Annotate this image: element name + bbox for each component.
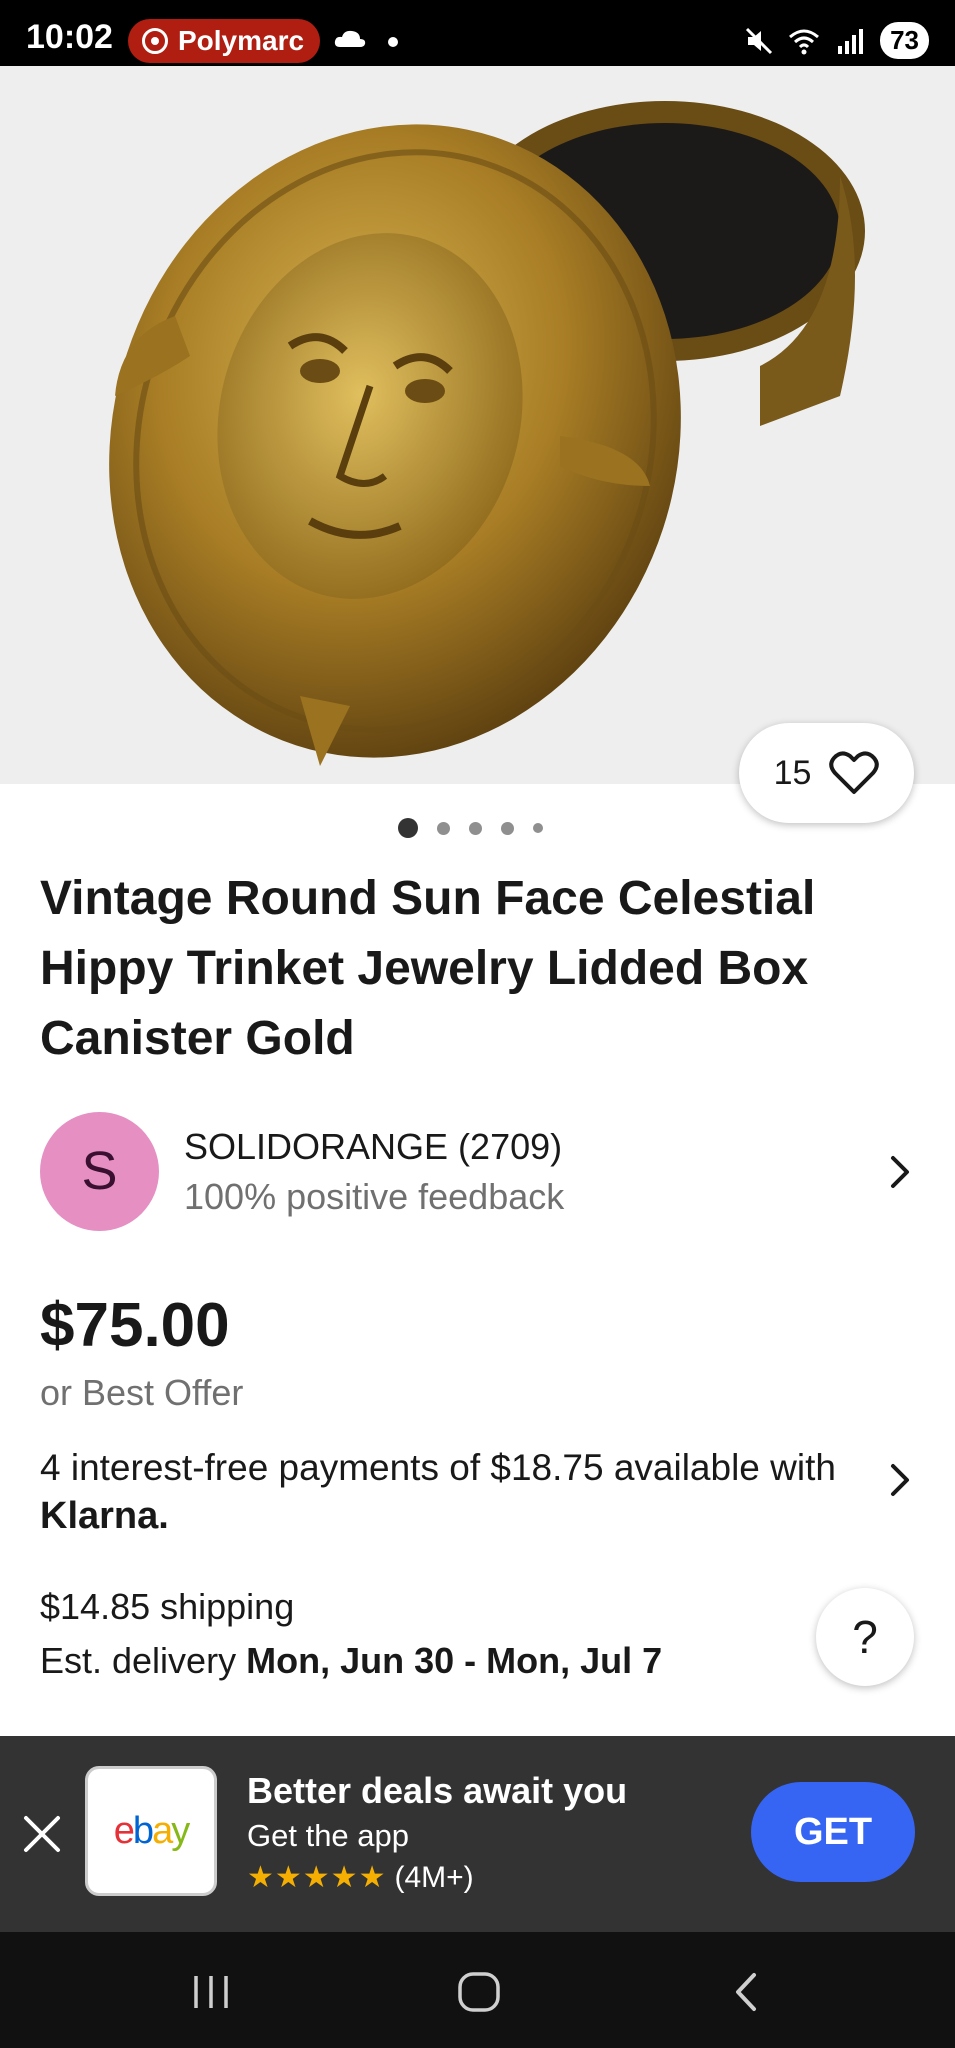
heart-icon bbox=[829, 751, 880, 794]
pager-dot-1[interactable] bbox=[398, 818, 418, 838]
installments-description: 4 interest-free payments of $18.75 avail… bbox=[40, 1447, 836, 1488]
system-nav-bar bbox=[0, 1932, 955, 2048]
image-pager-dots[interactable] bbox=[398, 818, 543, 838]
seller-feedback: 100% positive feedback bbox=[184, 1176, 565, 1217]
wifi-icon bbox=[789, 29, 820, 54]
pager-dot-5[interactable] bbox=[533, 823, 543, 833]
ebay-logo: ebay bbox=[85, 1766, 217, 1896]
best-offer-label: or Best Offer bbox=[40, 1372, 244, 1413]
banner-rating: ★★★★★ (4M+) bbox=[247, 1860, 474, 1895]
battery-level: 73 bbox=[880, 22, 929, 59]
delivery-dates: Mon, Jun 30 - Mon, Jul 7 bbox=[246, 1640, 663, 1681]
product-image[interactable] bbox=[0, 66, 955, 784]
star-rating-icon: ★★★★★ bbox=[247, 1861, 387, 1894]
banner-subtitle: Get the app bbox=[247, 1818, 410, 1853]
banner-title: Better deals await you bbox=[247, 1770, 628, 1811]
chevron-right-icon bbox=[891, 1464, 909, 1496]
back-icon[interactable] bbox=[722, 1972, 772, 2012]
signal-icon bbox=[838, 28, 864, 54]
klarna-logo: Klarna. bbox=[40, 1495, 169, 1537]
notification-pill[interactable]: Polymarc bbox=[128, 19, 320, 63]
delivery-label: Est. delivery bbox=[40, 1640, 237, 1681]
pager-dot-2[interactable] bbox=[437, 821, 450, 835]
rating-count: (4M+) bbox=[394, 1860, 474, 1894]
watch-button[interactable]: 15 bbox=[739, 723, 914, 823]
notification-dot bbox=[388, 37, 398, 47]
cloud-icon bbox=[334, 30, 366, 47]
seller-avatar: S bbox=[40, 1112, 159, 1231]
watch-count: 15 bbox=[773, 753, 812, 792]
app-install-banner: ebay Better deals await you Get the app … bbox=[0, 1736, 955, 1932]
installments-row[interactable]: 4 interest-free payments of $18.75 avail… bbox=[40, 1444, 920, 1537]
status-time: 10:02 bbox=[26, 18, 113, 56]
listing-title: Vintage Round Sun Face Celestial Hippy T… bbox=[40, 872, 816, 1065]
estimated-delivery: Est. delivery Mon, Jun 30 - Mon, Jul 7 bbox=[40, 1640, 662, 1682]
notification-app-label: Polymarc bbox=[178, 25, 305, 56]
recent-apps-icon[interactable] bbox=[186, 1972, 236, 2012]
status-bar: 10:02 Polymarc 73 bbox=[0, 0, 955, 66]
installments-text: 4 interest-free payments of $18.75 avail… bbox=[40, 1444, 860, 1540]
status-icons: 73 bbox=[744, 22, 929, 59]
get-app-button[interactable]: GET bbox=[751, 1782, 915, 1882]
help-button[interactable]: ? bbox=[816, 1588, 914, 1686]
chevron-right-icon bbox=[891, 1156, 909, 1188]
mute-icon bbox=[746, 27, 773, 54]
home-icon[interactable] bbox=[454, 1972, 504, 2012]
seller-name: SOLIDORANGE (2709) bbox=[184, 1126, 563, 1167]
pager-dot-3[interactable] bbox=[469, 821, 482, 835]
sun-face-box-image bbox=[109, 101, 865, 766]
close-icon[interactable] bbox=[20, 1812, 64, 1856]
pager-dot-4[interactable] bbox=[501, 821, 514, 835]
shipping-cost: $14.85 shipping bbox=[40, 1586, 295, 1627]
price: $75.00 bbox=[40, 1291, 230, 1360]
seller-row[interactable]: S SOLIDORANGE (2709) 100% positive feedb… bbox=[40, 1112, 920, 1232]
polymarket-icon bbox=[142, 28, 168, 54]
